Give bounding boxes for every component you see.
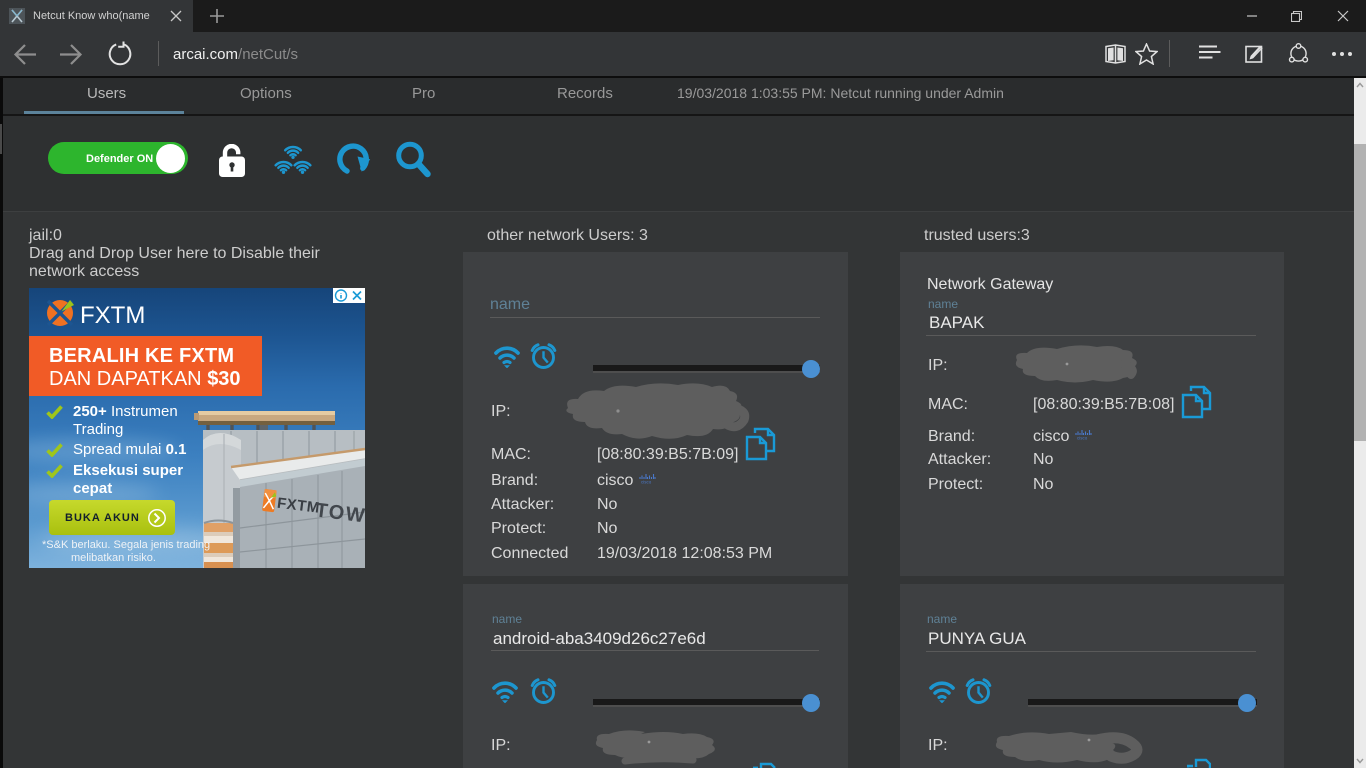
svg-text:FXTM: FXTM — [80, 302, 145, 327]
svg-text:cisco: cisco — [1077, 436, 1088, 441]
svg-text:cisco: cisco — [641, 480, 652, 485]
